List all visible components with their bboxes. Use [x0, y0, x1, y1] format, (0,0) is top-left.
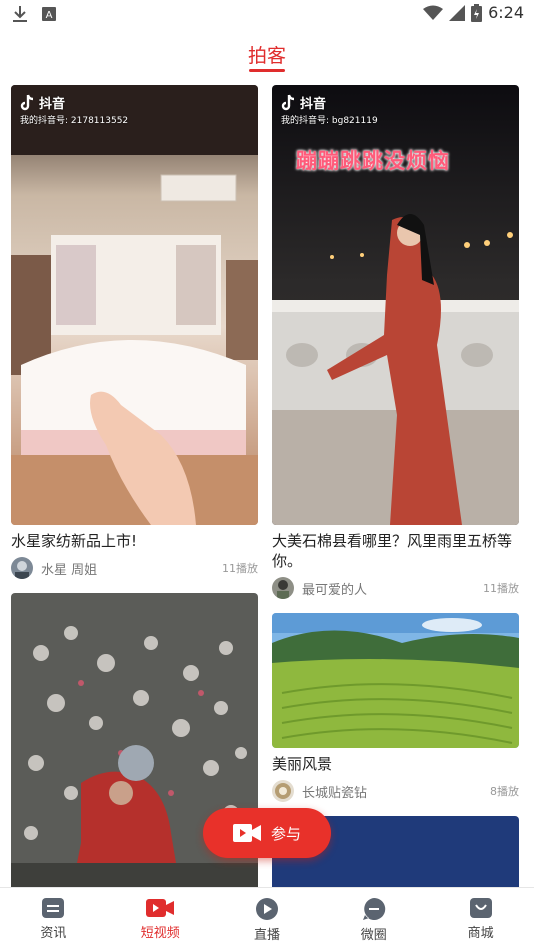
video-title[interactable]: 水星家纺新品上市!: [11, 531, 258, 551]
video-title[interactable]: 美丽风景: [272, 754, 519, 774]
bedroom-video-image: [11, 85, 258, 525]
video-thumbnail[interactable]: [272, 613, 519, 748]
join-button-label: 参与: [270, 824, 301, 843]
avatar[interactable]: [272, 780, 294, 802]
video-thumbnail[interactable]: 抖音 我的抖音号: 2178113552: [11, 85, 258, 525]
play-count: 11播放: [222, 562, 258, 575]
battery-icon: [471, 3, 483, 22]
video-meta: 最可爱的人 11播放: [272, 575, 519, 601]
tab-news[interactable]: 资讯: [0, 888, 107, 950]
author-name[interactable]: 最可爱的人: [302, 579, 483, 598]
bottom-tab-bar: 资讯 短视频 直播 微圈 商城: [0, 887, 534, 950]
feed-column-right: 抖音 我的抖音号: bg821119 蹦蹦跳跳没烦恼 大美石棉县看哪里？风里雨里…: [272, 85, 519, 908]
video-card[interactable]: 美丽风景 长城贴瓷钻 8播放: [272, 613, 519, 804]
avatar[interactable]: [11, 557, 33, 579]
tab-shop[interactable]: 商城: [427, 888, 534, 950]
svg-text:A: A: [46, 10, 53, 21]
tiktok-label: 抖音: [39, 97, 66, 112]
tab-moments[interactable]: 微圈: [320, 888, 427, 950]
tiktok-label: 抖音: [300, 97, 327, 112]
tab-short-video[interactable]: 短视频: [107, 888, 214, 950]
join-button[interactable]: 参与: [203, 808, 331, 858]
download-icon: [13, 6, 27, 22]
video-meta: 长城贴瓷钻 8播放: [272, 778, 519, 804]
title-underline: [249, 69, 285, 72]
news-icon: [42, 898, 65, 918]
video-meta: 水星 周姐 11播放: [11, 555, 258, 581]
video-thumbnail[interactable]: 抖音 我的抖音号: bg821119 蹦蹦跳跳没烦恼: [272, 85, 519, 525]
author-name[interactable]: 长城贴瓷钻: [302, 782, 490, 801]
avatar[interactable]: [272, 577, 294, 599]
tab-label: 微圈: [360, 928, 387, 943]
a-icon: A: [42, 7, 56, 21]
play-count: 8播放: [490, 785, 519, 798]
video-title[interactable]: 大美石棉县看哪里？风里雨里五桥等你。: [272, 531, 519, 571]
signal-icon: [449, 4, 466, 21]
tiktok-id: 我的抖音号: bg821119: [281, 116, 378, 126]
video-card[interactable]: 抖音 我的抖音号: bg821119 蹦蹦跳跳没烦恼 大美石棉县看哪里？风里雨里…: [272, 85, 519, 601]
live-icon: [255, 898, 278, 920]
circle-icon: [362, 897, 385, 920]
author-name[interactable]: 水星 周姐: [41, 559, 222, 578]
wifi-icon: [423, 5, 444, 20]
play-count: 11播放: [483, 582, 519, 595]
video-camera-icon: [232, 824, 261, 842]
tab-label: 短视频: [140, 926, 180, 941]
feed-column-left: 抖音 我的抖音号: 2178113552 水星家纺新品上市! 水星 周姐 11播…: [11, 85, 258, 905]
page-header: 拍客: [0, 28, 534, 78]
terrace-landscape-image: [272, 613, 519, 748]
video-icon: [146, 899, 175, 917]
tiktok-badge: 抖音: [20, 93, 65, 112]
clock: 6:24: [488, 3, 524, 22]
shop-icon: [469, 898, 492, 918]
tab-label: 商城: [467, 926, 494, 941]
video-caption: 蹦蹦跳跳没烦恼: [296, 149, 450, 173]
tiktok-icon: [281, 94, 295, 110]
tab-label: 直播: [253, 928, 280, 943]
tiktok-badge: 抖音: [281, 93, 326, 112]
status-bar: A 6:24: [0, 0, 534, 28]
video-card[interactable]: 抖音 我的抖音号: 2178113552 水星家纺新品上市! 水星 周姐 11播…: [11, 85, 258, 581]
tiktok-icon: [20, 94, 34, 110]
tab-live[interactable]: 直播: [214, 888, 321, 950]
tab-label: 资讯: [40, 926, 67, 941]
tiktok-id: 我的抖音号: 2178113552: [20, 116, 129, 126]
page-title[interactable]: 拍客: [248, 41, 286, 68]
